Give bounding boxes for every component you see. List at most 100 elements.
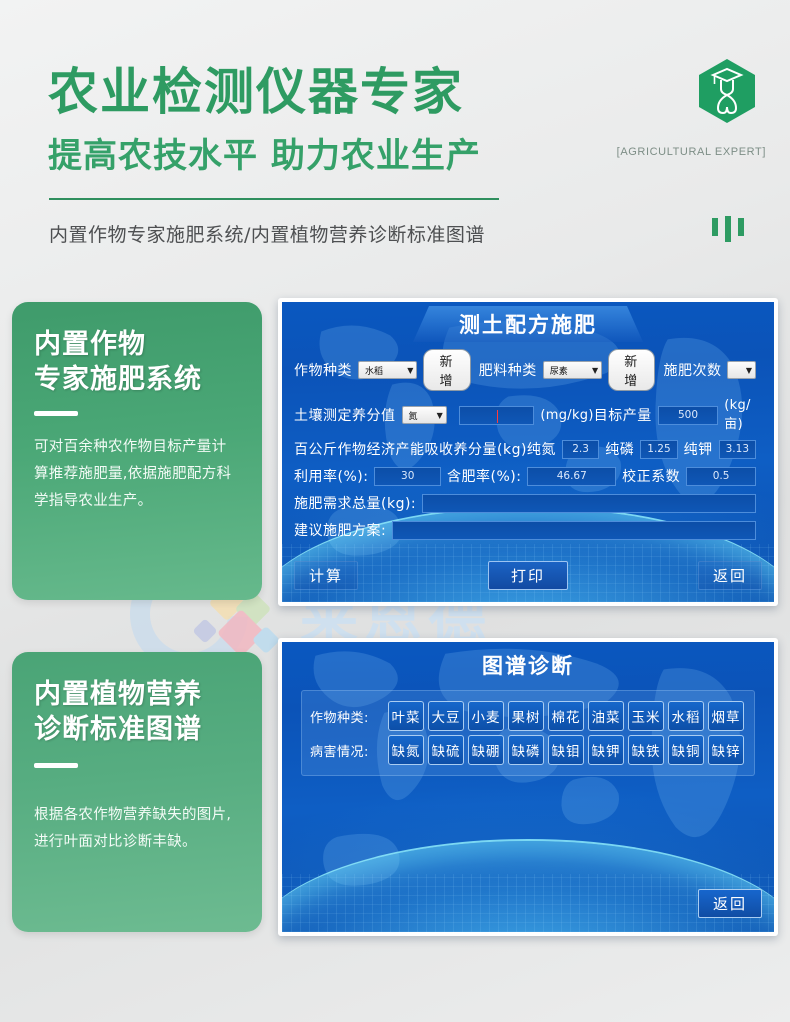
correction-coefficient-input[interactable]: 0.5	[686, 466, 757, 486]
target-yield-input[interactable]: 500	[657, 405, 719, 425]
fertilizer-type-value: 尿素	[549, 366, 568, 377]
chevron-down-icon: ▼	[591, 365, 599, 375]
suggested-plan-input[interactable]	[392, 520, 756, 540]
disease-option[interactable]: 缺钾	[588, 735, 624, 765]
disease-option[interactable]: 缺磷	[508, 735, 544, 765]
disease-option[interactable]: 缺钼	[548, 735, 584, 765]
soil-nutrient-input[interactable]	[458, 405, 535, 425]
feature-card-title-line1: 内置植物营养	[34, 679, 202, 710]
feature-card-title: 内置作物 专家施肥系统	[34, 328, 240, 397]
diagnosis-selection-grid: 作物种类: 叶菜 大豆 小麦 果树 棉花 油菜 玉米 水稻 烟草 病害情况: 缺…	[301, 690, 755, 776]
pure-nitrogen-input[interactable]: 2.3	[561, 439, 600, 459]
header-divider	[49, 198, 499, 200]
soil-nutrient-label: 土壤测定养分值	[294, 408, 396, 424]
disease-option[interactable]: 缺铜	[668, 735, 704, 765]
header-english-label: [AGRICULTURAL EXPERT]	[616, 146, 766, 158]
panel-title-bar: 测土配方施肥	[282, 302, 774, 342]
feature-card-description: 可对百余种农作物目标产量计算推荐施肥量,依据施肥配方科学指导农业生产。	[34, 439, 232, 509]
correction-coefficient-label: 校正系数	[622, 469, 681, 485]
bar-marks-icon	[712, 212, 746, 242]
feature-card-fertilizer: 内置作物 专家施肥系统 可对百余种农作物目标产量计算推荐施肥量,依据施肥配方科学…	[12, 302, 262, 600]
feature-card-title-line1: 内置作物	[34, 329, 146, 360]
panel-title-bar: 图谱诊断	[282, 642, 774, 682]
crop-type-value: 水稻	[365, 366, 384, 377]
feature-card-rule	[34, 763, 78, 769]
print-button[interactable]: 打印	[487, 561, 568, 590]
header-tagline: 内置作物专家施肥系统/内置植物营养诊断标准图谱	[49, 224, 485, 246]
target-yield-label: 目标产量	[593, 408, 652, 424]
rate-coefficient-row: 利用率(%): 30 含肥率(%): 46.67 校正系数 0.5	[282, 466, 774, 486]
disease-option[interactable]: 缺硫	[428, 735, 464, 765]
total-demand-row: 施肥需求总量(kg):	[282, 493, 774, 513]
total-demand-label: 施肥需求总量(kg):	[294, 496, 417, 512]
pure-phosphorus-input[interactable]: 1.25	[640, 439, 678, 459]
crop-option[interactable]: 大豆	[428, 701, 464, 731]
panel1-button-row: 计算 打印 返回	[282, 561, 774, 590]
crop-option[interactable]: 油菜	[588, 701, 624, 731]
crop-option[interactable]: 叶菜	[388, 701, 424, 731]
crop-option[interactable]: 小麦	[468, 701, 504, 731]
pure-phosphorus-label: 纯磷	[605, 442, 635, 458]
nutrient-select[interactable]: 氮 ▼	[401, 406, 447, 424]
crop-type-select[interactable]: 水稻 ▼	[358, 361, 418, 379]
page-header: 农业检测仪器专家 提高农技水平 助力农业生产 内置作物专家施肥系统/内置植物营养…	[0, 0, 790, 285]
crop-option[interactable]: 果树	[508, 701, 544, 731]
nutrient-value: 氮	[408, 411, 418, 422]
disease-row: 病害情况: 缺氮 缺硫 缺硼 缺磷 缺钼 缺钾 缺铁 缺铜 缺锌	[310, 735, 746, 765]
crop-type-row-label: 作物种类:	[310, 710, 369, 726]
fertilize-times-select[interactable]: ▼	[727, 361, 756, 379]
feature-card-title-line2: 专家施肥系统	[34, 363, 202, 395]
soil-nutrient-row: 土壤测定养分值 氮 ▼ (mg/kg) 目标产量 500 (kg/亩)	[282, 398, 774, 432]
back-button[interactable]: 返回	[697, 561, 762, 590]
disease-option[interactable]: 缺硼	[468, 735, 504, 765]
nutrient-absorption-row: 百公斤作物经济产能吸收养分量(kg) 纯氮 2.3 纯磷 1.25 纯钾 3.1…	[282, 439, 774, 459]
feature-card-rule	[34, 411, 78, 417]
suggested-plan-label: 建议施肥方案:	[294, 523, 387, 539]
crop-option[interactable]: 烟草	[708, 701, 744, 731]
spectrum-diagnosis-panel: 图谱诊断 作物种类: 叶菜 大豆 小麦 果树 棉花 油菜 玉米 水稻 烟草 病害…	[278, 638, 778, 936]
soil-formula-fertilization-panel: 测土配方施肥 作物种类 水稻 ▼ 新 增 肥料种类 尿素 ▼ 新 增 施肥次数 …	[278, 298, 778, 606]
crop-type-label: 作物种类	[294, 363, 352, 379]
crop-option[interactable]: 水稻	[668, 701, 704, 731]
earth-glow-arc	[282, 839, 774, 932]
utilization-rate-input[interactable]: 30	[374, 466, 441, 486]
panel-title: 测土配方施肥	[413, 306, 643, 342]
fertilize-times-label: 施肥次数	[663, 363, 722, 379]
feature-card-title-line2: 诊断标准图谱	[34, 713, 202, 745]
soil-nutrient-unit: (mg/kg)	[540, 407, 594, 423]
disease-option[interactable]: 缺锌	[708, 735, 744, 765]
utilization-rate-label: 利用率(%):	[294, 469, 369, 485]
absorption-label: 百公斤作物经济产能吸收养分量(kg)	[294, 442, 527, 458]
crop-fertilizer-row: 作物种类 水稻 ▼ 新 增 肥料种类 尿素 ▼ 新 增 施肥次数 ▼	[282, 349, 774, 391]
fertilizer-type-select[interactable]: 尿素 ▼	[542, 361, 603, 379]
crop-option[interactable]: 棉花	[548, 701, 584, 731]
fertilizer-type-label: 肥料种类	[478, 363, 537, 379]
feature-card-title: 内置植物营养 诊断标准图谱	[34, 678, 240, 747]
chevron-down-icon: ▼	[436, 410, 443, 420]
panel-title: 图谱诊断	[482, 654, 574, 678]
pure-potassium-input[interactable]: 3.13	[718, 439, 756, 459]
back-button[interactable]: 返回	[697, 889, 762, 918]
calculate-button[interactable]: 计算	[294, 561, 359, 590]
add-fertilizer-button[interactable]: 新 增	[608, 349, 656, 391]
pure-potassium-label: 纯钾	[683, 442, 713, 458]
feature-card-description: 根据各农作物营养缺失的图片,进行叶面对比诊断丰缺。	[34, 807, 232, 850]
crop-type-row: 作物种类: 叶菜 大豆 小麦 果树 棉花 油菜 玉米 水稻 烟草	[310, 701, 746, 731]
panel2-button-row: 返回	[282, 889, 774, 918]
fertilizer-content-label: 含肥率(%):	[447, 469, 522, 485]
hexagon-graduate-icon	[699, 59, 755, 123]
disease-option[interactable]: 缺氮	[388, 735, 424, 765]
chevron-down-icon: ▼	[407, 365, 414, 375]
target-yield-unit: (kg/亩)	[724, 398, 751, 432]
total-demand-input[interactable]	[422, 493, 756, 513]
chevron-down-icon: ▼	[745, 365, 752, 375]
page-subtitle: 提高农技水平 助力农业生产	[48, 136, 481, 176]
pure-nitrogen-label: 纯氮	[526, 442, 556, 458]
disease-row-label: 病害情况:	[310, 744, 369, 760]
disease-option[interactable]: 缺铁	[628, 735, 664, 765]
fertilizer-content-input[interactable]: 46.67	[527, 466, 617, 486]
suggested-plan-row: 建议施肥方案:	[282, 520, 774, 540]
crop-option[interactable]: 玉米	[628, 701, 664, 731]
add-crop-button[interactable]: 新 增	[423, 349, 471, 391]
feature-card-diagnosis: 内置植物营养 诊断标准图谱 根据各农作物营养缺失的图片,进行叶面对比诊断丰缺。	[12, 652, 262, 932]
